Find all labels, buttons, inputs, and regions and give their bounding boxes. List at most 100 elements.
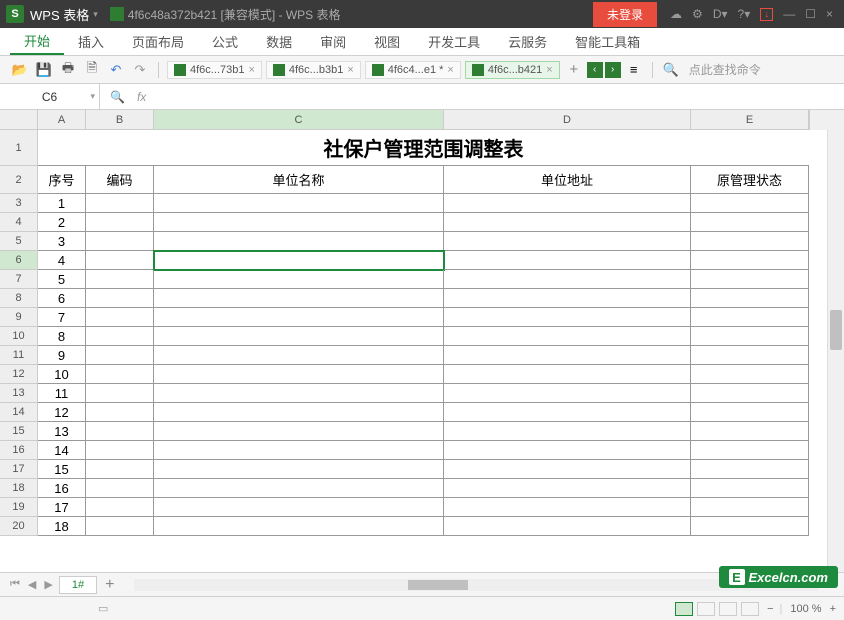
close-tab-icon[interactable]: × <box>447 64 453 76</box>
cell-A18[interactable]: 16 <box>38 479 86 498</box>
cell-A10[interactable]: 8 <box>38 327 86 346</box>
add-sheet-button[interactable]: + <box>105 576 114 594</box>
cell-B19[interactable] <box>86 498 154 517</box>
close-tab-icon[interactable]: × <box>248 64 254 76</box>
file-tab[interactable]: 4f6c...b421× <box>465 61 560 79</box>
close-tab-icon[interactable]: × <box>546 64 552 76</box>
view-pagebreak-button[interactable] <box>697 602 715 616</box>
cell-D7[interactable] <box>444 270 691 289</box>
cell-A16[interactable]: 14 <box>38 441 86 460</box>
row-header-2[interactable]: 2 <box>0 166 38 194</box>
cell-E9[interactable] <box>691 308 809 327</box>
cell-E20[interactable] <box>691 517 809 536</box>
sheet-tab[interactable]: 1# <box>59 576 97 594</box>
cell-E11[interactable] <box>691 346 809 365</box>
cell-D6[interactable] <box>444 251 691 270</box>
cell-B3[interactable] <box>86 194 154 213</box>
menu-数据[interactable]: 数据 <box>252 28 306 55</box>
cell-E14[interactable] <box>691 403 809 422</box>
cell-A3[interactable]: 1 <box>38 194 86 213</box>
skin-icon[interactable]: D▾ <box>713 7 728 21</box>
cell-C20[interactable] <box>154 517 444 536</box>
cell-E3[interactable] <box>691 194 809 213</box>
login-button[interactable]: 未登录 <box>593 2 657 27</box>
row-header-8[interactable]: 8 <box>0 289 38 308</box>
cell-E16[interactable] <box>691 441 809 460</box>
minimize-button[interactable]: — <box>783 7 795 21</box>
cell-C17[interactable] <box>154 460 444 479</box>
header-cell-D[interactable]: 单位地址 <box>444 166 691 194</box>
cell-D18[interactable] <box>444 479 691 498</box>
cell-A19[interactable]: 17 <box>38 498 86 517</box>
gear-icon[interactable]: ⚙ <box>692 7 703 21</box>
cell-E19[interactable] <box>691 498 809 517</box>
search-hint[interactable]: 点此查找命令 <box>689 61 761 78</box>
menu-审阅[interactable]: 审阅 <box>306 28 360 55</box>
menu-智能工具箱[interactable]: 智能工具箱 <box>561 28 654 55</box>
row-header-16[interactable]: 16 <box>0 441 38 460</box>
cloud-icon[interactable]: ☁ <box>670 7 682 21</box>
fx-search-icon[interactable]: 🔍 <box>110 90 125 104</box>
cell-B15[interactable] <box>86 422 154 441</box>
cell-D13[interactable] <box>444 384 691 403</box>
header-cell-B[interactable]: 编码 <box>86 166 154 194</box>
cell-E18[interactable] <box>691 479 809 498</box>
header-cell-E[interactable]: 原管理状态 <box>691 166 809 194</box>
close-button[interactable]: × <box>826 7 833 21</box>
sheet-nav-first[interactable]: ⏮ <box>10 578 20 591</box>
column-header-B[interactable]: B <box>86 110 154 130</box>
column-header-A[interactable]: A <box>38 110 86 130</box>
cell-C4[interactable] <box>154 213 444 232</box>
row-header-12[interactable]: 12 <box>0 365 38 384</box>
file-tab[interactable]: 4f6c4...e1 *× <box>365 61 461 79</box>
search-icon[interactable]: 🔍 <box>662 61 680 79</box>
undo-icon[interactable]: ↶ <box>107 61 125 79</box>
cell-A5[interactable]: 3 <box>38 232 86 251</box>
print-icon[interactable]: 🖶 <box>59 61 77 79</box>
cell-D12[interactable] <box>444 365 691 384</box>
cell-C13[interactable] <box>154 384 444 403</box>
cell-A14[interactable]: 12 <box>38 403 86 422</box>
menu-开始[interactable]: 开始 <box>10 28 64 55</box>
column-header-D[interactable]: D <box>444 110 691 130</box>
row-header-20[interactable]: 20 <box>0 517 38 536</box>
cell-C6[interactable] <box>154 251 444 270</box>
cell-B16[interactable] <box>86 441 154 460</box>
cell-A11[interactable]: 9 <box>38 346 86 365</box>
cell-C14[interactable] <box>154 403 444 422</box>
cell-B4[interactable] <box>86 213 154 232</box>
cell-B8[interactable] <box>86 289 154 308</box>
row-header-14[interactable]: 14 <box>0 403 38 422</box>
sheet-nav-prev[interactable]: ◀ <box>28 578 36 591</box>
row-header-4[interactable]: 4 <box>0 213 38 232</box>
cell-C7[interactable] <box>154 270 444 289</box>
row-header-7[interactable]: 7 <box>0 270 38 289</box>
row-header-13[interactable]: 13 <box>0 384 38 403</box>
cell-E13[interactable] <box>691 384 809 403</box>
namebox-dropdown-icon[interactable]: ▾ <box>90 91 95 102</box>
zoom-out-button[interactable]: − <box>767 603 773 615</box>
cell-A15[interactable]: 13 <box>38 422 86 441</box>
menu-页面布局[interactable]: 页面布局 <box>118 28 198 55</box>
row-header-9[interactable]: 9 <box>0 308 38 327</box>
row-header-10[interactable]: 10 <box>0 327 38 346</box>
cell-D20[interactable] <box>444 517 691 536</box>
cell-B14[interactable] <box>86 403 154 422</box>
cell-B5[interactable] <box>86 232 154 251</box>
name-box[interactable]: C6 ▾ <box>0 84 100 109</box>
cell-A8[interactable]: 6 <box>38 289 86 308</box>
row-header-1[interactable]: 1 <box>0 130 38 166</box>
menu-插入[interactable]: 插入 <box>64 28 118 55</box>
sheet-title-cell[interactable]: 社保户管理范围调整表 <box>38 130 809 166</box>
vertical-scrollbar[interactable] <box>827 130 844 572</box>
maximize-button[interactable]: ☐ <box>805 7 816 21</box>
cell-E6[interactable] <box>691 251 809 270</box>
view-reading-button[interactable] <box>719 602 737 616</box>
select-all-corner[interactable] <box>0 110 38 130</box>
menu-云服务[interactable]: 云服务 <box>494 28 561 55</box>
cell-C15[interactable] <box>154 422 444 441</box>
cell-E4[interactable] <box>691 213 809 232</box>
sheet-nav-next[interactable]: ▶ <box>44 578 52 591</box>
cell-C12[interactable] <box>154 365 444 384</box>
cell-C9[interactable] <box>154 308 444 327</box>
